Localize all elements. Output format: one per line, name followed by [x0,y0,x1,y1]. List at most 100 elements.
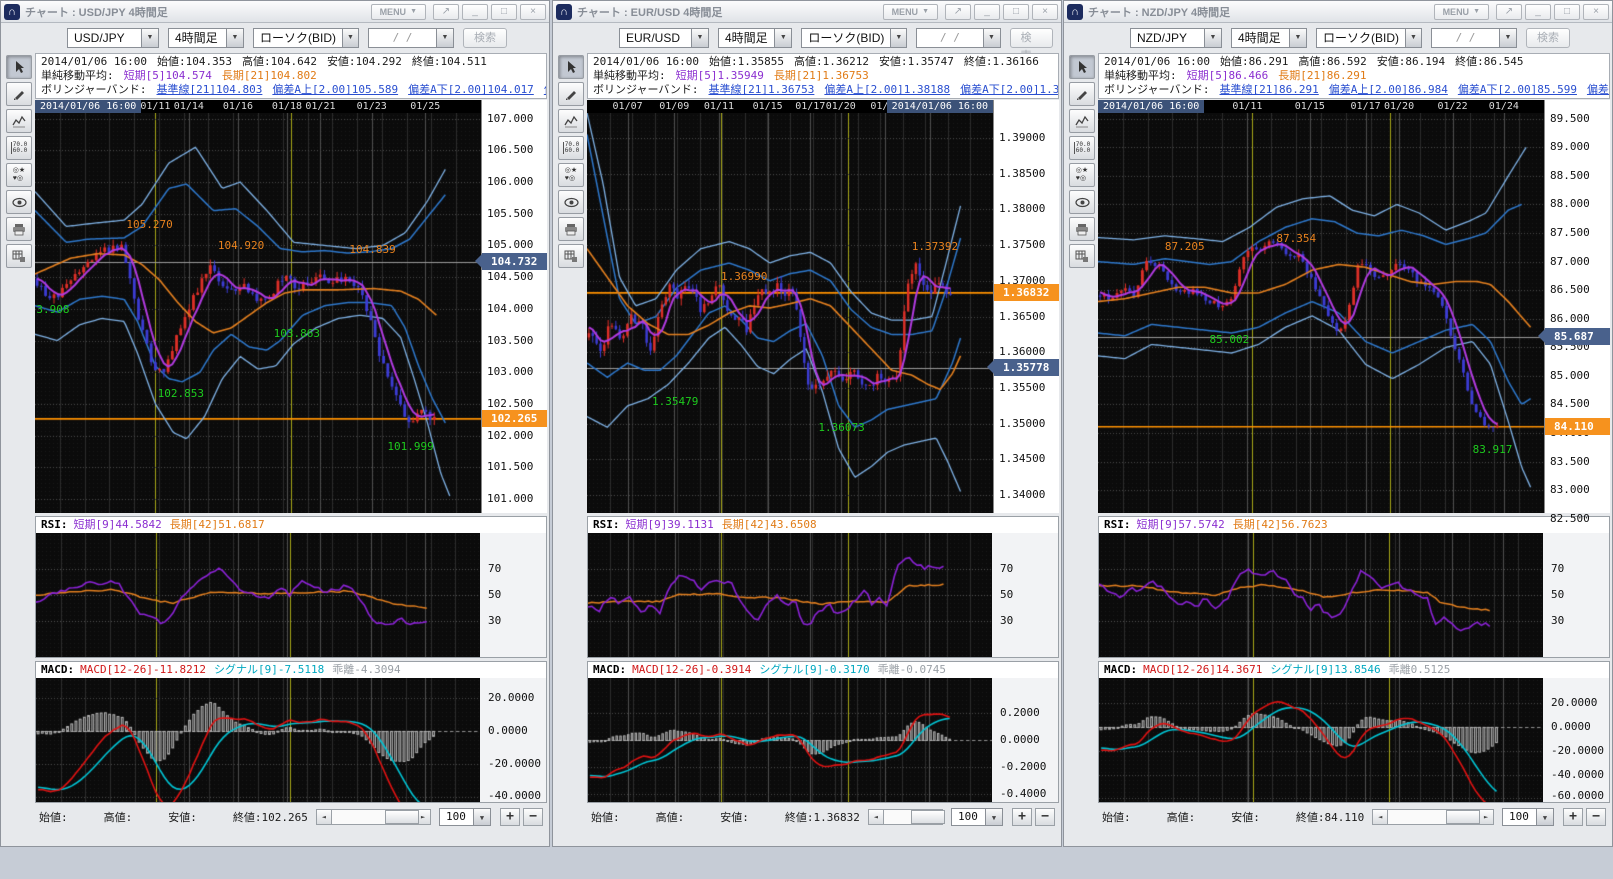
price-chart-canvas[interactable] [1098,113,1544,513]
view-tool-button[interactable] [1069,190,1095,214]
select-tool-button[interactable] [558,55,584,79]
bollinger-a-upper-link[interactable]: 偏差A上[2.00]105.589 [272,83,398,96]
bollinger-a-lower-link[interactable]: 偏差A下[2.00]104.017 [408,83,534,96]
bollinger-center-link[interactable]: 基準線[21]86.291 [1220,83,1319,96]
price-chart-canvas[interactable] [587,113,993,513]
zoom-out-button[interactable]: − [1586,808,1606,826]
chevron-down-icon[interactable]: ▼ [473,809,490,825]
chart-style-select[interactable]: ローソク(BID)▼ [253,28,359,48]
menu-button[interactable]: MENU▼ [1434,4,1489,20]
scale-tool-button[interactable]: 70.060.0 [1069,136,1095,160]
search-button[interactable]: 検索 [1010,28,1054,48]
timeframe-select[interactable]: 4時間足▼ [168,28,244,48]
chevron-down-icon[interactable]: ▼ [985,809,1002,825]
zoom-select[interactable]: 100▼ [1502,808,1554,826]
date-input[interactable]: / /▼ [368,28,454,48]
rsi-canvas[interactable] [36,533,480,657]
price-chart-canvas[interactable] [35,113,481,513]
maximize-button[interactable]: □ [1554,4,1580,20]
scroll-thumb[interactable] [911,810,945,824]
rsi-canvas[interactable] [588,533,992,657]
pair-select[interactable]: NZD/JPY▼ [1130,28,1222,48]
select-tool-button[interactable] [1069,55,1095,79]
chevron-down-icon[interactable]: ▼ [983,29,1000,47]
chevron-down-icon[interactable]: ▼ [774,29,791,47]
date-input[interactable]: / /▼ [916,28,1000,48]
export-tool-button[interactable] [6,244,32,268]
indicator-tool-button[interactable] [6,109,32,133]
draw-tool-button[interactable] [558,82,584,106]
zoom-select[interactable]: 100▼ [439,808,491,826]
select-tool-button[interactable] [6,55,32,79]
chevron-down-icon[interactable]: ▼ [890,29,906,47]
scroll-right-button[interactable]: ► [1478,809,1494,825]
maximize-button[interactable]: □ [491,4,517,20]
minimize-button[interactable]: _ [974,4,1000,20]
close-button[interactable]: × [520,4,546,20]
print-tool-button[interactable] [6,217,32,241]
menu-button[interactable]: MENU▼ [371,4,426,20]
close-button[interactable]: × [1032,4,1058,20]
chevron-down-icon[interactable]: ▼ [436,29,453,47]
export-tool-button[interactable] [1069,244,1095,268]
chevron-down-icon[interactable]: ▼ [141,29,158,47]
zoom-in-button[interactable]: + [1563,808,1583,826]
chevron-down-icon[interactable]: ▼ [1204,29,1221,47]
marker-tool-button[interactable]: ◎★♥◎ [558,163,584,187]
bollinger-b-upper-link[interactable]: 偏差B上[3.00]105 [544,83,547,96]
indicator-tool-button[interactable] [1069,109,1095,133]
marker-tool-button[interactable]: ◎★♥◎ [1069,163,1095,187]
rsi-canvas[interactable] [1099,533,1543,657]
search-button[interactable]: 検索 [463,28,507,48]
scroll-track[interactable] [1388,809,1478,825]
zoom-out-button[interactable]: − [523,808,543,826]
minimize-button[interactable]: _ [462,4,488,20]
h-scrollbar[interactable]: ◄ ► [1372,809,1494,825]
h-scrollbar[interactable]: ◄ ► [316,809,431,825]
draw-tool-button[interactable] [1069,82,1095,106]
timeframe-select[interactable]: 4時間足▼ [718,28,792,48]
zoom-in-button[interactable]: + [500,808,520,826]
titlebar[interactable]: ∩ チャート : NZD/JPY 4時間足 MENU▼ ↗ _ □ × [1064,1,1612,23]
view-tool-button[interactable] [6,190,32,214]
chevron-down-icon[interactable]: ▼ [1289,29,1306,47]
print-tool-button[interactable] [558,217,584,241]
chevron-down-icon[interactable]: ▼ [342,29,358,47]
scroll-thumb[interactable] [1446,810,1480,824]
titlebar[interactable]: ∩ チャート : EUR/USD 4時間足 MENU▼ ↗ _ □ × [553,1,1061,23]
zoom-out-button[interactable]: − [1035,808,1055,826]
scroll-track[interactable] [332,809,415,825]
scroll-left-button[interactable]: ◄ [316,809,332,825]
popout-button[interactable]: ↗ [433,4,459,20]
search-button[interactable]: 検索 [1526,28,1570,48]
popout-button[interactable]: ↗ [945,4,971,20]
scale-tool-button[interactable]: 70.060.0 [6,136,32,160]
chart-style-select[interactable]: ローソク(BID)▼ [1316,28,1422,48]
scale-tool-button[interactable]: 70.060.0 [558,136,584,160]
date-input[interactable]: / /▼ [1431,28,1517,48]
scroll-left-button[interactable]: ◄ [1372,809,1388,825]
popout-button[interactable]: ↗ [1496,4,1522,20]
titlebar[interactable]: ∩ チャート : USD/JPY 4時間足 MENU▼ ↗ _ □ × [1,1,549,23]
bollinger-b-upper-link[interactable]: 偏差B上[3 [1587,83,1610,96]
chevron-down-icon[interactable]: ▼ [1536,809,1553,825]
pair-select[interactable]: USD/JPY▼ [67,28,159,48]
bollinger-center-link[interactable]: 基準線[21]1.36753 [709,83,815,96]
h-scrollbar[interactable]: ◄ ► [868,809,943,825]
indicator-tool-button[interactable] [558,109,584,133]
chevron-down-icon[interactable]: ▼ [226,29,243,47]
chevron-down-icon[interactable]: ▼ [691,29,708,47]
scroll-track[interactable] [884,809,927,825]
bollinger-center-link[interactable]: 基準線[21]104.803 [157,83,263,96]
pair-select[interactable]: EUR/USD▼ [619,28,709,48]
scroll-left-button[interactable]: ◄ [868,809,884,825]
minimize-button[interactable]: _ [1525,4,1551,20]
scroll-thumb[interactable] [385,810,419,824]
macd-canvas[interactable] [1099,678,1543,802]
chevron-down-icon[interactable]: ▼ [1499,29,1516,47]
bollinger-a-lower-link[interactable]: 偏差A下[2.00]1.35318 [960,83,1059,96]
bollinger-a-upper-link[interactable]: 偏差A上[2.00]1.38188 [824,83,950,96]
draw-tool-button[interactable] [6,82,32,106]
bollinger-a-lower-link[interactable]: 偏差A下[2.00]85.599 [1458,83,1577,96]
bollinger-a-upper-link[interactable]: 偏差A上[2.00]86.984 [1329,83,1448,96]
